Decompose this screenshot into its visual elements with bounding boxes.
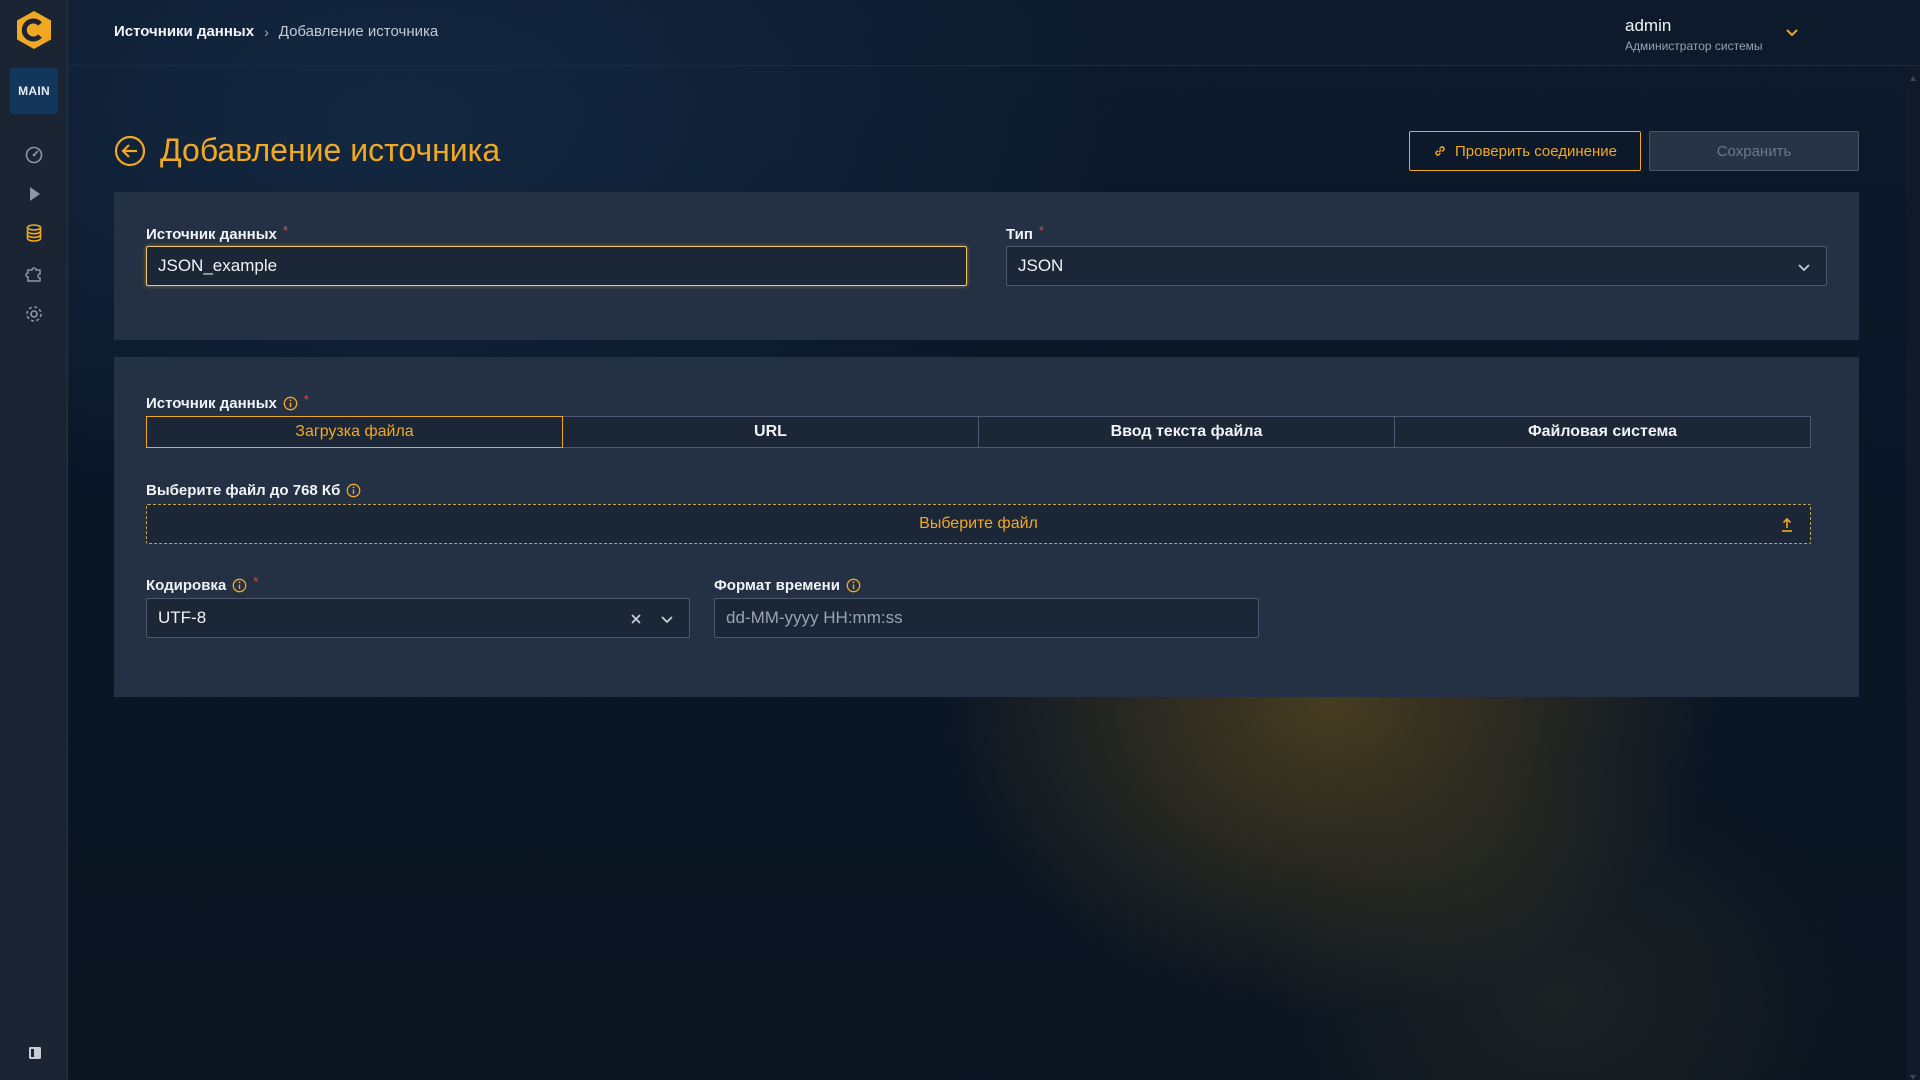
save-button[interactable]: Сохранить bbox=[1649, 131, 1859, 171]
page-header: Добавление источника bbox=[114, 132, 500, 169]
breadcrumb-current: Добавление источника bbox=[278, 23, 439, 40]
chevron-down-icon[interactable] bbox=[1784, 24, 1800, 40]
tab-file-upload[interactable]: Загрузка файла bbox=[146, 416, 563, 448]
app-logo[interactable] bbox=[14, 10, 54, 50]
source-config-panel: Источник данных * Загрузка файла URL Вво… bbox=[114, 357, 1859, 697]
user-role: Администратор системы bbox=[1625, 39, 1763, 53]
source-name-label: Источник данных * bbox=[146, 223, 288, 243]
source-type-label: Источник данных * bbox=[146, 392, 309, 412]
sidebar: MAIN bbox=[0, 0, 68, 1080]
play-icon[interactable] bbox=[22, 182, 46, 206]
chevron-down-icon bbox=[661, 616, 673, 624]
time-format-label: Формат времени bbox=[714, 577, 861, 594]
dashboard-icon[interactable] bbox=[22, 142, 46, 166]
tab-text-input[interactable]: Ввод текста файла bbox=[979, 416, 1395, 448]
file-upload-dropzone[interactable]: Выберите файл bbox=[146, 504, 1811, 544]
back-arrow-icon[interactable] bbox=[114, 135, 146, 167]
main-workspace-badge[interactable]: MAIN bbox=[10, 68, 58, 114]
gear-icon[interactable] bbox=[22, 302, 46, 326]
type-label: Тип * bbox=[1006, 223, 1044, 243]
general-settings-panel: Источник данных * JSON_example Тип * JSON bbox=[114, 192, 1859, 340]
sidebar-collapse-icon[interactable] bbox=[28, 1046, 42, 1060]
info-icon[interactable] bbox=[846, 578, 861, 593]
type-select[interactable]: JSON bbox=[1006, 246, 1827, 286]
source-type-tabs: Загрузка файла URL Ввод текста файла Фай… bbox=[146, 416, 1811, 448]
scroll-down-icon[interactable] bbox=[1909, 1068, 1917, 1080]
encoding-label: Кодировка * bbox=[146, 574, 259, 594]
source-name-input[interactable]: JSON_example bbox=[146, 246, 967, 286]
scrollbar[interactable] bbox=[1906, 66, 1920, 1080]
encoding-select[interactable]: UTF-8 bbox=[146, 598, 690, 638]
info-icon[interactable] bbox=[346, 483, 361, 498]
file-upload-label: Выберите файл bbox=[919, 515, 1038, 532]
page-title: Добавление источника bbox=[160, 132, 501, 168]
tab-file-system[interactable]: Файловая система bbox=[1395, 416, 1811, 448]
time-format-input[interactable]: dd-MM-yyyy HH:mm:ss bbox=[714, 598, 1259, 638]
user-name: admin bbox=[1625, 16, 1672, 35]
tab-url[interactable]: URL bbox=[563, 416, 979, 448]
scroll-up-icon[interactable] bbox=[1909, 70, 1917, 81]
puzzle-icon[interactable] bbox=[22, 262, 46, 286]
chevron-down-icon bbox=[1798, 264, 1810, 272]
link-icon bbox=[1435, 146, 1445, 156]
database-icon[interactable] bbox=[22, 221, 46, 245]
check-connection-button[interactable]: Проверить соединение bbox=[1409, 131, 1641, 171]
user-menu[interactable]: admin Администратор системы bbox=[1625, 16, 1763, 53]
breadcrumb: Источники данных › Добавление источника bbox=[114, 23, 438, 40]
chevron-right-icon: › bbox=[264, 23, 269, 40]
clear-icon[interactable] bbox=[629, 612, 643, 626]
upload-icon bbox=[1782, 517, 1792, 532]
info-icon[interactable] bbox=[232, 578, 247, 593]
file-select-label: Выберите файл до 768 Кб bbox=[146, 482, 361, 499]
info-icon[interactable] bbox=[283, 396, 298, 411]
check-connection-label: Проверить соединение bbox=[1455, 142, 1617, 160]
breadcrumb-link-sources[interactable]: Источники данных bbox=[114, 23, 254, 40]
